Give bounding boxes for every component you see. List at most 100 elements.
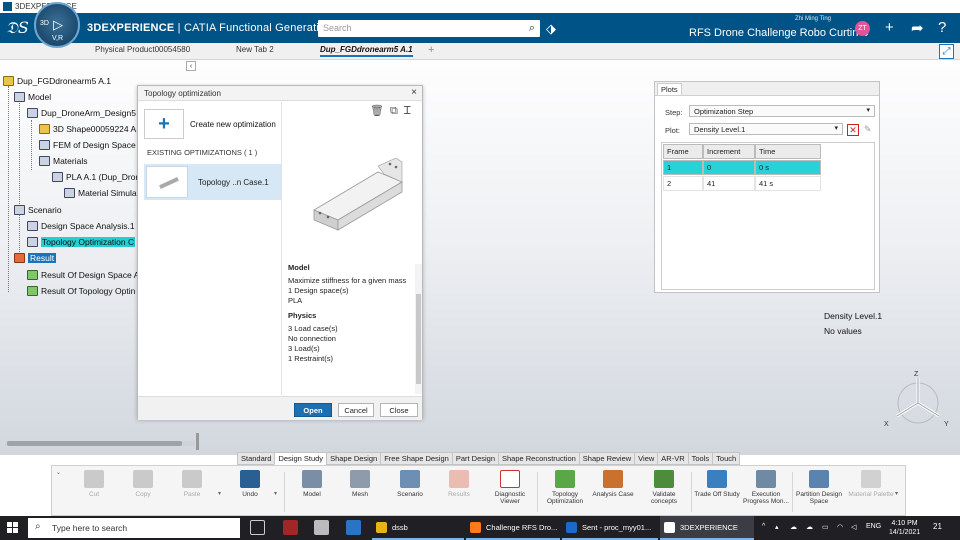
notification-badge[interactable]: 21 bbox=[933, 522, 942, 531]
help-icon[interactable]: ? bbox=[938, 19, 946, 36]
mesh-button[interactable]: Mesh bbox=[335, 470, 385, 498]
taskbar-app-dssb[interactable]: dssb bbox=[372, 516, 464, 540]
material-palette-button[interactable]: Material Palette bbox=[846, 470, 896, 498]
table-cell[interactable]: 41 s bbox=[755, 176, 821, 191]
horizontal-scrollbar[interactable] bbox=[5, 441, 195, 446]
compass-widget[interactable]: 3D ▷ V,R bbox=[34, 2, 80, 48]
tab-design-study[interactable]: Design Study bbox=[274, 452, 328, 465]
taskbar-app-3dexperience[interactable]: 3DEXPERIENCE bbox=[660, 516, 754, 540]
trade-off-study-button[interactable]: Trade Off Study bbox=[692, 470, 742, 498]
tree-dsa[interactable]: Design Space Analysis.1 bbox=[27, 221, 135, 231]
tree-design[interactable]: Dup_DroneArm_Design5 bbox=[27, 108, 136, 118]
taskbar-app-outlook[interactable]: Sent - proc_myy01... bbox=[562, 516, 658, 540]
duplicate-icon[interactable]: ⧉ bbox=[390, 105, 404, 117]
taskbar-search-input[interactable]: ⌕ Type here to search bbox=[28, 518, 240, 538]
tree-fem[interactable]: FEM of Design Space bbox=[39, 140, 136, 150]
add-icon[interactable]: + bbox=[885, 19, 894, 36]
share-icon[interactable]: ➦ bbox=[911, 19, 924, 37]
tree-scenario[interactable]: Scenario bbox=[14, 205, 62, 215]
scenario-button[interactable]: Scenario bbox=[385, 470, 435, 498]
chevron-down-icon[interactable]: ⌄ bbox=[56, 469, 61, 476]
tab-shape-reconstruction[interactable]: Shape Reconstruction bbox=[498, 452, 580, 465]
tab-tools[interactable]: Tools bbox=[687, 452, 714, 465]
new-tab-icon[interactable]: + bbox=[428, 44, 434, 56]
chevron-down-icon[interactable]: ▾ bbox=[218, 490, 221, 497]
tree-shape[interactable]: 3D Shape00059224 A. bbox=[39, 124, 139, 134]
tree-pla[interactable]: PLA A.1 (Dup_Dron bbox=[52, 172, 140, 182]
project-selector[interactable]: RFS Drone Challenge Robo Curtin ⌄ bbox=[689, 26, 871, 39]
model-button[interactable]: Model bbox=[287, 470, 337, 498]
chevron-down-icon[interactable]: ▾ bbox=[895, 490, 898, 497]
close-icon[interactable]: × bbox=[411, 87, 417, 98]
tray-cloud-icon[interactable]: ☁ bbox=[790, 523, 797, 531]
taskbar-app-firefox[interactable]: Challenge RFS Dro... bbox=[466, 516, 560, 540]
edit-icon[interactable]: ✎ bbox=[864, 124, 872, 135]
axis-triad[interactable]: Z X Y bbox=[883, 368, 953, 430]
tab-standard[interactable]: Standard bbox=[237, 452, 276, 465]
search-input[interactable]: Search ⌕ bbox=[318, 20, 540, 37]
cancel-button[interactable]: Cancel bbox=[338, 403, 374, 417]
tab-shape-design[interactable]: Shape Design bbox=[326, 452, 382, 465]
analysis-case-button[interactable]: Analysis Case bbox=[588, 470, 638, 498]
column-header[interactable]: Frame bbox=[663, 144, 703, 159]
tray-network-icon[interactable]: ▴ bbox=[775, 523, 779, 531]
execution-progress-button[interactable]: Execution Progress Mon... bbox=[741, 470, 791, 505]
tree-root[interactable]: Dup_FGDdronearm5 A.1 bbox=[3, 76, 111, 86]
table-cell[interactable]: 2 bbox=[663, 176, 703, 191]
tree-result-dsa[interactable]: Result Of Design Space A bbox=[27, 270, 139, 280]
tree-materials[interactable]: Materials bbox=[39, 156, 87, 166]
paste-button[interactable]: Paste bbox=[167, 470, 217, 498]
tab-free-shape-design[interactable]: Free Shape Design bbox=[380, 452, 453, 465]
column-header[interactable]: Time bbox=[755, 144, 821, 159]
windows-start-icon[interactable] bbox=[7, 522, 19, 534]
tab-view[interactable]: View bbox=[634, 452, 659, 465]
validate-concepts-button[interactable]: Validate concepts bbox=[639, 470, 689, 505]
tab-touch[interactable]: Touch bbox=[712, 452, 741, 465]
tree-topology[interactable]: Topology Optimization C bbox=[27, 237, 136, 247]
tree-result-topo[interactable]: Result Of Topology Optin bbox=[27, 286, 135, 296]
tab-dup-fgddronearm5[interactable]: Dup_FGDdronearm5 A.1 bbox=[320, 45, 413, 57]
rename-icon[interactable]: Ꮖ bbox=[404, 105, 417, 117]
step-select[interactable]: Optimization Step ▾ bbox=[689, 105, 875, 117]
tab-shape-review[interactable]: Shape Review bbox=[578, 452, 636, 465]
list-item[interactable]: Topology ..n Case.1 bbox=[144, 164, 281, 200]
tag-icon[interactable]: ⬗ bbox=[546, 21, 556, 37]
expand-icon[interactable]: ⤢ bbox=[939, 44, 954, 59]
splitter-handle[interactable] bbox=[196, 433, 199, 450]
tray-cloud-icon[interactable]: ☁ bbox=[806, 523, 813, 531]
close-button[interactable]: Close bbox=[380, 403, 418, 417]
mail-icon[interactable] bbox=[346, 520, 361, 535]
results-button[interactable]: Results bbox=[434, 470, 484, 498]
avatar[interactable]: ZT bbox=[855, 21, 870, 36]
task-view-icon[interactable] bbox=[250, 520, 265, 535]
clear-plot-icon[interactable]: ✕ bbox=[847, 124, 859, 136]
tab-physical-product[interactable]: Physical Product00054580 bbox=[95, 45, 190, 54]
chevron-down-icon[interactable]: ▾ bbox=[274, 490, 277, 497]
app-icon[interactable] bbox=[283, 520, 298, 535]
details-scrollbar[interactable] bbox=[415, 264, 422, 394]
table-cell[interactable]: 1 bbox=[663, 160, 703, 175]
plot-select[interactable]: Density Level.1 ▾ bbox=[689, 123, 843, 135]
plus-icon[interactable]: + bbox=[144, 109, 184, 139]
tree-material-sim[interactable]: Material Simula bbox=[64, 188, 137, 198]
column-header[interactable]: Increment bbox=[703, 144, 755, 159]
tree-collapse-icon[interactable]: ‹ bbox=[186, 61, 196, 71]
undo-button[interactable]: Undo bbox=[225, 470, 275, 498]
tree-model[interactable]: Model bbox=[14, 92, 51, 102]
tab-ar-vr[interactable]: AR-VR bbox=[657, 452, 689, 465]
topology-optimization-button[interactable]: Topology Optimization bbox=[540, 470, 590, 505]
search-icon[interactable]: ⌕ bbox=[529, 22, 535, 35]
system-clock[interactable]: 4:10 PM 14/1/2021 bbox=[889, 519, 920, 537]
create-new-optimization[interactable]: + Create new optimization bbox=[144, 109, 278, 139]
tree-result[interactable]: Result bbox=[14, 253, 57, 263]
tab-new-tab-2[interactable]: New Tab 2 bbox=[236, 45, 274, 54]
table-cell[interactable]: 0 s bbox=[755, 160, 821, 175]
tray-volume-icon[interactable]: ◁ bbox=[851, 523, 856, 531]
app-icon[interactable] bbox=[314, 520, 329, 535]
diagnostic-viewer-button[interactable]: Diagnostic Viewer bbox=[485, 470, 535, 505]
table-cell[interactable]: 0 bbox=[703, 160, 755, 175]
tab-part-design[interactable]: Part Design bbox=[451, 452, 499, 465]
copy-button[interactable]: Copy bbox=[118, 470, 168, 498]
table-cell[interactable]: 41 bbox=[703, 176, 755, 191]
language-indicator[interactable]: ENG bbox=[866, 523, 881, 530]
